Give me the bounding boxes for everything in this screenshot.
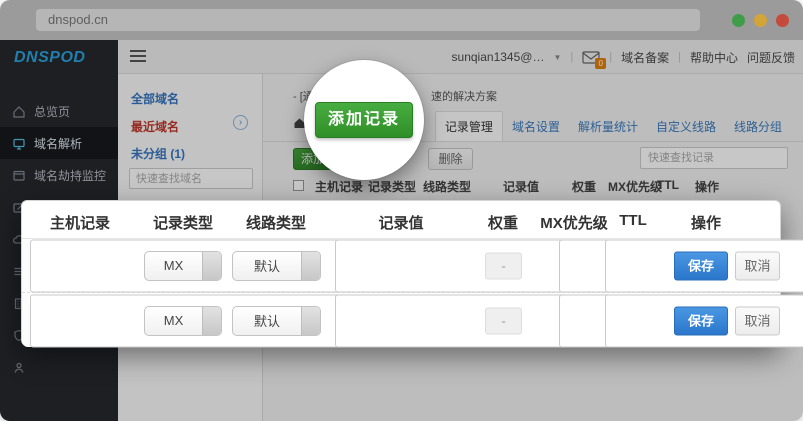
select-handle-icon <box>301 307 320 335</box>
browser-window: dnspod.cn DNSPOD 总览页 域名解析 <box>0 0 803 421</box>
select-handle-icon <box>202 307 221 335</box>
browser-chrome: dnspod.cn <box>0 0 803 40</box>
window-controls <box>732 14 789 27</box>
popup-table-header: 主机记录 记录类型 线路类型 记录值 权重 MX优先级 TTL 操作 <box>22 201 780 239</box>
record-type-select[interactable]: MX <box>144 251 222 281</box>
line-type-select[interactable]: 默认 <box>232 306 321 336</box>
line-type-select[interactable]: 默认 <box>232 251 321 281</box>
record-type-select[interactable]: MX <box>144 306 222 336</box>
record-row-2: MX 默认 - 保存 取消 <box>22 294 780 347</box>
cancel-button[interactable]: 取消 <box>735 306 780 335</box>
save-button[interactable]: 保存 <box>674 306 728 335</box>
add-record-button-magnified[interactable]: 添加记录 <box>315 102 413 138</box>
yellow-light-icon[interactable] <box>754 14 767 27</box>
magnifier-bubble: 添加记录 <box>304 60 424 180</box>
weight-field: - <box>485 307 522 334</box>
record-edit-popup: 主机记录 记录类型 线路类型 记录值 权重 MX优先级 TTL 操作 MX 默认… <box>21 200 781 346</box>
weight-field: - <box>485 252 522 279</box>
address-bar[interactable]: dnspod.cn <box>36 9 700 31</box>
save-button[interactable]: 保存 <box>674 251 728 280</box>
record-row-1: MX 默认 - 保存 取消 <box>22 239 780 293</box>
green-light-icon[interactable] <box>732 14 745 27</box>
cancel-button[interactable]: 取消 <box>735 251 780 280</box>
select-handle-icon <box>301 252 320 280</box>
red-light-icon[interactable] <box>776 14 789 27</box>
select-handle-icon <box>202 252 221 280</box>
